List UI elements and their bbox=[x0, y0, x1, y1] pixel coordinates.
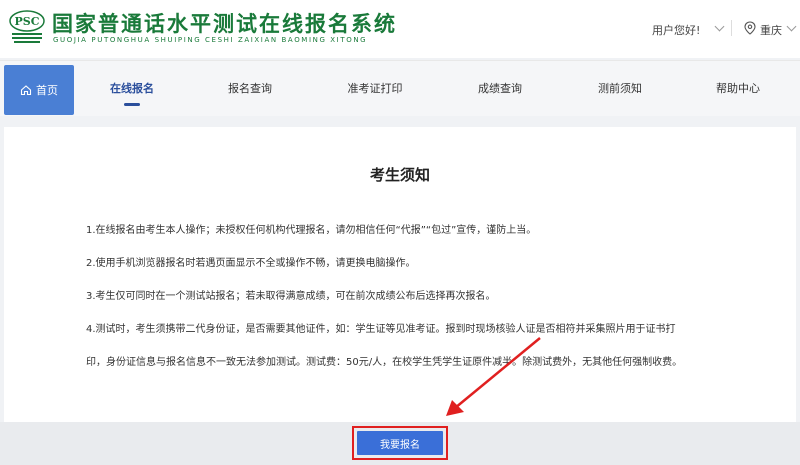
chevron-down-icon[interactable] bbox=[714, 21, 725, 32]
site-title: 国家普通话水平测试在线报名系统 bbox=[52, 11, 397, 36]
nav-online-apply[interactable]: 在线报名 bbox=[102, 61, 162, 117]
site-header: PSC 国家普通话水平测试在线报名系统 GUOJIA PUTONGHUA SHU… bbox=[0, 0, 800, 58]
notice-paragraph: 3.考生仅可同时在一个测试站报名；若未取得满意成绩，可在前次成绩公布后选择再次报… bbox=[86, 291, 496, 302]
notice-panel: 考生须知 1.在线报名由考生本人操作；未授权任何机构代理报名，请勿相信任何“代报… bbox=[4, 127, 796, 422]
nav-score-query[interactable]: 成绩查询 bbox=[470, 61, 530, 117]
nav-home-label: 首页 bbox=[36, 84, 58, 97]
notice-paragraph: 2.使用手机浏览器报名时若遇页面显示不全或操作不畅，请更换电脑操作。 bbox=[86, 258, 416, 269]
notice-paragraph: 1.在线报名由考生本人操作；未授权任何机构代理报名，请勿相信任何“代报”“包过”… bbox=[86, 225, 537, 236]
psc-logo: PSC bbox=[9, 10, 45, 43]
chevron-down-icon[interactable] bbox=[786, 21, 797, 32]
nav-apply-query[interactable]: 报名查询 bbox=[220, 61, 280, 117]
nav-admission-print[interactable]: 准考证打印 bbox=[340, 61, 410, 117]
notice-paragraph: 4.测试时，考生须携带二代身份证，是否需要其他证件，如：学生证等见准考证。报到时… bbox=[86, 324, 676, 335]
nav-active-indicator bbox=[124, 103, 140, 106]
svg-text:PSC: PSC bbox=[15, 15, 40, 28]
nav-help-center[interactable]: 帮助中心 bbox=[708, 61, 768, 117]
notice-paragraph: 印，身份证信息与报名信息不一致无法参加测试。测试费：50元/人，在校学生凭学生证… bbox=[86, 357, 683, 368]
home-icon bbox=[20, 85, 32, 96]
header-divider bbox=[731, 20, 732, 36]
nav-home[interactable]: 首页 bbox=[4, 65, 74, 115]
user-menu[interactable]: 用户您好! bbox=[652, 22, 700, 38]
location-selector[interactable]: 重庆 bbox=[760, 22, 782, 38]
site-subtitle: GUOJIA PUTONGHUA SHUIPING CESHI ZAIXIAN … bbox=[53, 36, 368, 44]
nav-pretest-notice[interactable]: 测前须知 bbox=[590, 61, 650, 117]
apply-button[interactable]: 我要报名 bbox=[357, 431, 443, 455]
apply-button-highlight: 我要报名 bbox=[352, 426, 448, 460]
location-pin-icon bbox=[744, 21, 756, 35]
main-nav: 首页 在线报名 报名查询 准考证打印 成绩查询 测前须知 帮助中心 bbox=[0, 60, 800, 116]
notice-title: 考生须知 bbox=[369, 166, 430, 184]
